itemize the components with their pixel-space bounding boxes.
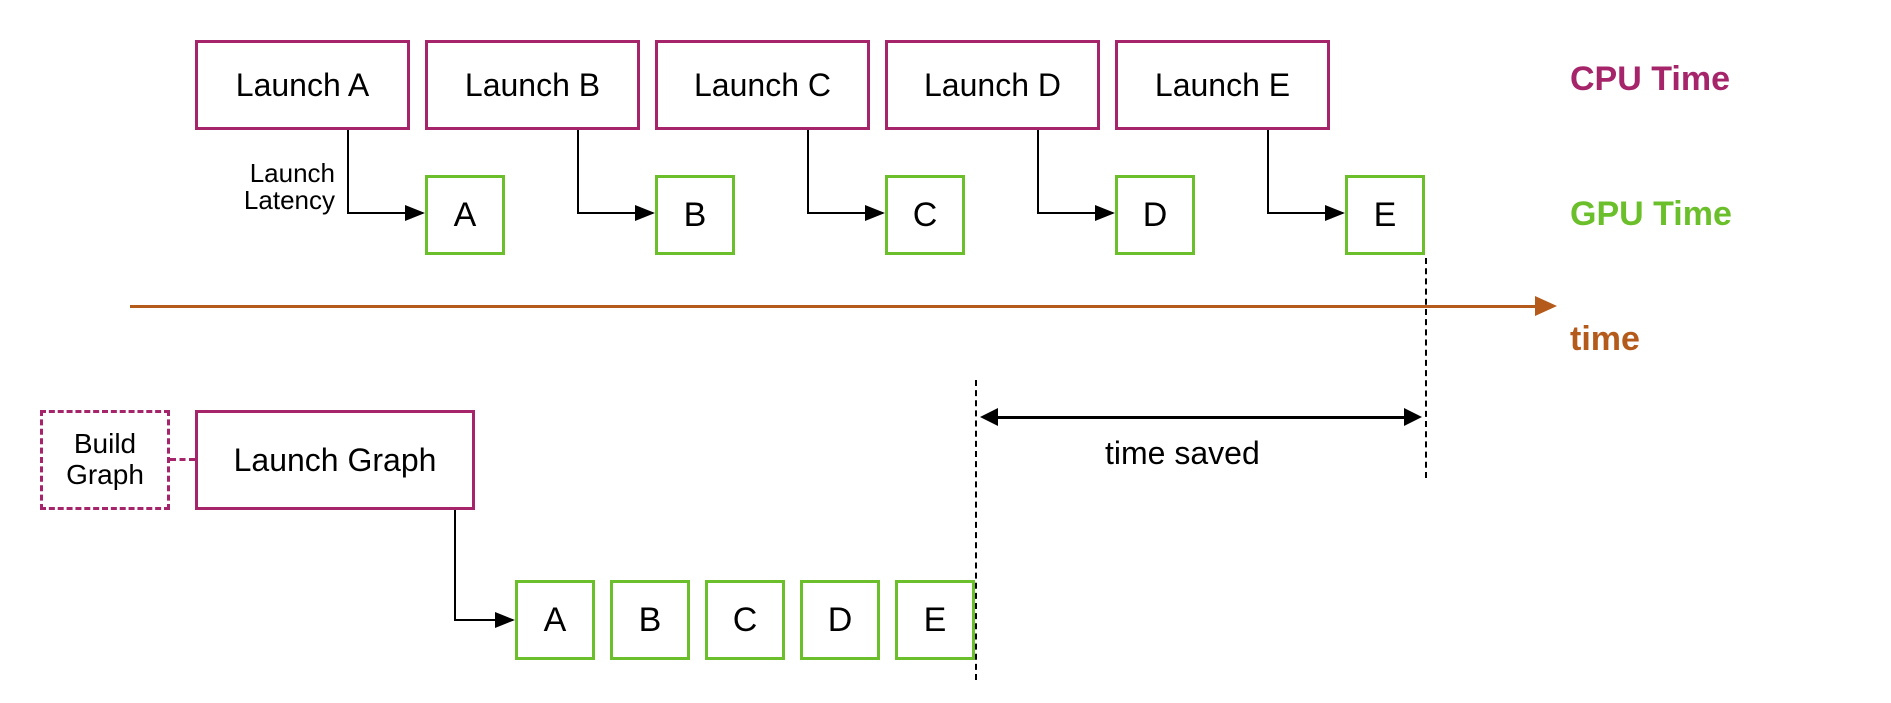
gpu-kernel-label: E: [1374, 196, 1397, 235]
cpu-launch-box: Launch C: [655, 40, 870, 130]
gpu-kernel-box: A: [425, 175, 505, 255]
build-graph-label: Build Graph: [66, 429, 144, 491]
build-graph-box: Build Graph: [40, 410, 170, 510]
gpu-time-legend: GPU Time: [1570, 195, 1732, 234]
gpu-kernel-label: A: [454, 196, 477, 235]
build-graph-connector: [170, 458, 195, 461]
time-axis-label: time: [1570, 320, 1640, 359]
gpu-kernel-label: C: [913, 196, 938, 235]
diagram-stage: Launch A Launch B Launch C Launch D Laun…: [0, 0, 1891, 703]
gpu-kernel-label: D: [828, 601, 853, 640]
launch-graph-label: Launch Graph: [234, 442, 437, 479]
gpu-kernel-box: A: [515, 580, 595, 660]
cpu-launch-box: Launch B: [425, 40, 640, 130]
gpu-kernel-label: C: [733, 601, 758, 640]
cpu-launch-box: Launch E: [1115, 40, 1330, 130]
launch-latency-label: Launch Latency: [225, 160, 335, 215]
gpu-kernel-label: A: [544, 601, 567, 640]
gpu-kernel-box: D: [1115, 175, 1195, 255]
cpu-launch-label: Launch C: [694, 67, 831, 104]
time-axis-arrowhead: [1535, 296, 1557, 316]
gpu-kernel-box: B: [610, 580, 690, 660]
cpu-launch-box: Launch A: [195, 40, 410, 130]
cpu-time-legend: CPU Time: [1570, 60, 1730, 99]
cpu-launch-box: Launch D: [885, 40, 1100, 130]
time-axis-line: [130, 305, 1535, 308]
gpu-kernel-box: E: [1345, 175, 1425, 255]
gpu-kernel-box: C: [885, 175, 965, 255]
time-saved-label: time saved: [1105, 435, 1260, 472]
launch-graph-box: Launch Graph: [195, 410, 475, 510]
time-saved-line: [995, 416, 1407, 419]
time-saved-arrowhead-right: [1404, 408, 1422, 426]
time-saved-marker-end: [1425, 258, 1427, 478]
gpu-kernel-label: D: [1143, 196, 1168, 235]
gpu-kernel-label: B: [639, 601, 662, 640]
cpu-launch-label: Launch D: [924, 67, 1061, 104]
time-saved-marker-start: [975, 380, 977, 680]
gpu-kernel-label: E: [924, 601, 947, 640]
gpu-kernel-label: B: [684, 196, 707, 235]
gpu-kernel-box: C: [705, 580, 785, 660]
cpu-launch-label: Launch A: [236, 67, 369, 104]
gpu-kernel-box: B: [655, 175, 735, 255]
gpu-kernel-box: D: [800, 580, 880, 660]
cpu-launch-label: Launch B: [465, 67, 600, 104]
cpu-launch-label: Launch E: [1155, 67, 1290, 104]
gpu-kernel-box: E: [895, 580, 975, 660]
